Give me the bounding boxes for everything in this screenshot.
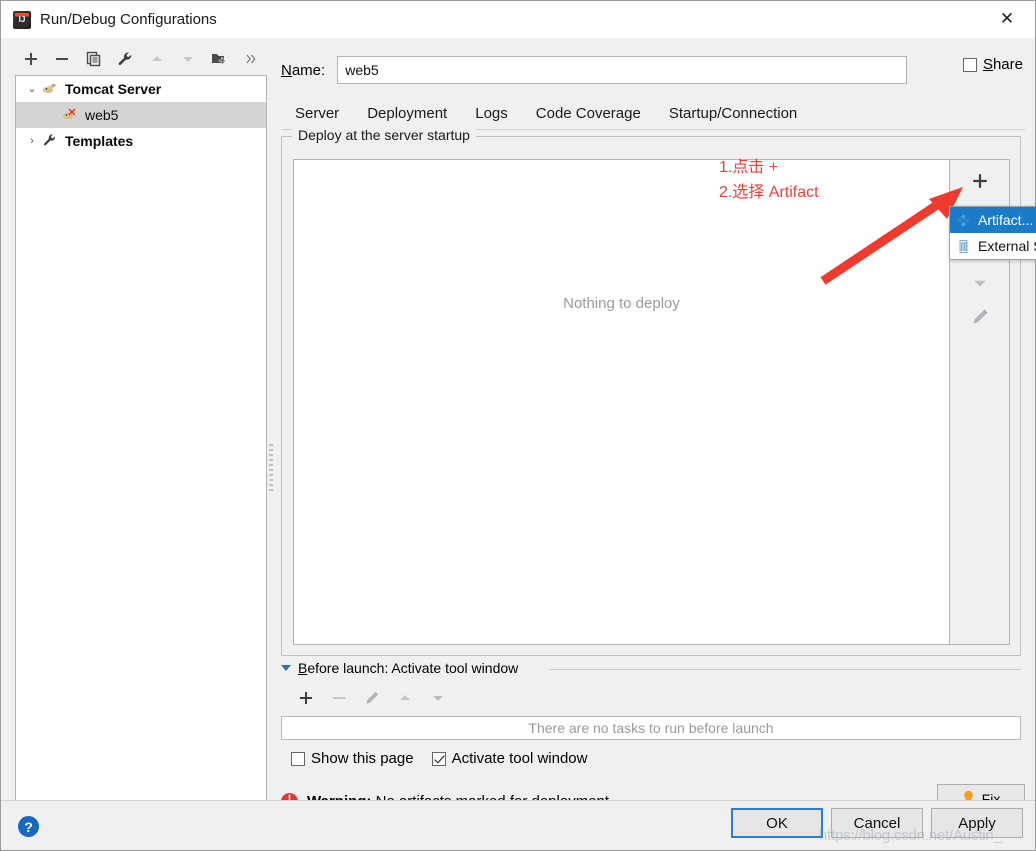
popup-item-external-source[interactable]: External Source... (950, 233, 1036, 259)
deploy-edit-button[interactable] (963, 300, 997, 334)
pane-splitter[interactable] (267, 44, 275, 805)
tree-item-templates[interactable]: › Templates (16, 128, 266, 154)
before-launch-move-down-button[interactable] (421, 684, 454, 712)
configuration-editor-pane: Name: Share Server Deployment Logs Code … (277, 44, 1025, 814)
deploy-group-title: Deploy at the server startup (292, 127, 476, 143)
before-launch-task-list[interactable]: There are no tasks to run before launch (281, 716, 1021, 740)
editor-tabs[interactable]: Server Deployment Logs Code Coverage Sta… (281, 96, 1025, 130)
before-launch-group: Before launch: Activate tool window Ther… (281, 660, 1021, 770)
tomcat-run-icon (62, 107, 82, 123)
activate-tool-window-label: Activate tool window (451, 750, 588, 767)
tree-item-label: Templates (65, 133, 134, 149)
configurations-toolbar (15, 44, 267, 74)
activate-tool-window-checkbox[interactable]: Activate tool window (431, 750, 588, 767)
chevron-down-icon[interactable] (281, 665, 291, 671)
tab-code-coverage[interactable]: Code Coverage (522, 101, 655, 130)
tree-item-label: web5 (85, 107, 119, 123)
tab-server[interactable]: Server (281, 101, 353, 130)
name-input[interactable] (337, 56, 908, 84)
copy-icon[interactable] (78, 45, 110, 73)
name-row: Name: (281, 54, 1025, 86)
share-checkbox[interactable]: Share (962, 56, 1023, 73)
show-this-page-box[interactable] (291, 751, 305, 766)
external-source-icon (956, 239, 978, 254)
tab-startup-connection[interactable]: Startup/Connection (655, 101, 811, 130)
wrench-icon[interactable] (110, 45, 142, 73)
annotation-step-1: 1.点击 + (719, 159, 779, 176)
before-launch-remove-button[interactable] (322, 684, 355, 712)
annotation-step-2: 2.选择 Artifact (719, 184, 819, 201)
tab-deployment[interactable]: Deployment (353, 101, 461, 130)
arrow-up-icon[interactable] (141, 45, 173, 73)
arrow-down-icon[interactable] (173, 45, 205, 73)
remove-configuration-button[interactable] (47, 45, 79, 73)
title-bar: Run/Debug Configurations ✕ (1, 1, 1035, 38)
before-launch-move-up-button[interactable] (388, 684, 421, 712)
activate-tool-window-box[interactable] (431, 751, 446, 766)
deploy-empty-text: Nothing to deploy (563, 295, 680, 312)
share-label: Share (982, 56, 1023, 73)
popup-item-artifact[interactable]: Artifact... (950, 207, 1036, 233)
wrench-icon (42, 133, 62, 149)
splitter-grip-icon (269, 444, 273, 492)
popup-item-label: External Source... (978, 238, 1036, 254)
intellij-idea-icon (13, 10, 31, 29)
before-launch-title-line (549, 669, 1021, 670)
tab-logs[interactable]: Logs (461, 101, 522, 130)
chevron-right-icon[interactable]: › (22, 135, 42, 147)
share-checkbox-box[interactable] (962, 57, 977, 72)
before-launch-empty-text: There are no tasks to run before launch (528, 720, 774, 736)
watermark: https://blog.csdn.net/Austin_ (819, 827, 1002, 844)
help-button[interactable]: ? (18, 816, 39, 837)
before-launch-toolbar (289, 684, 454, 712)
dialog-body: ⌄ Tomcat Server web5 › Templates Name: w… (1, 38, 1035, 814)
add-configuration-button[interactable] (15, 45, 47, 73)
show-this-page-label: Show this page (311, 750, 414, 767)
before-launch-title[interactable]: Before launch: Activate tool window (281, 660, 518, 676)
show-this-page-checkbox[interactable]: Show this page (291, 750, 414, 767)
chevron-down-icon[interactable]: ⌄ (22, 83, 42, 95)
chevron-double-right-icon[interactable] (236, 45, 268, 73)
tree-item-tomcat-server[interactable]: ⌄ Tomcat Server (16, 76, 266, 102)
run-debug-configurations-dialog: Run/Debug Configurations ✕ (0, 0, 1036, 851)
before-launch-edit-button[interactable] (355, 684, 388, 712)
before-launch-title-text: Before launch: Activate tool window (298, 660, 519, 676)
configurations-tree[interactable]: ⌄ Tomcat Server web5 › Templates (15, 75, 267, 805)
close-icon[interactable]: ✕ (979, 1, 1035, 37)
configurations-pane: ⌄ Tomcat Server web5 › Templates (15, 44, 267, 805)
tree-item-label: Tomcat Server (65, 81, 162, 97)
artifact-icon (956, 213, 978, 228)
add-deployment-popup-menu[interactable]: Artifact... External Source... (949, 206, 1036, 260)
tree-item-web5[interactable]: web5 (16, 102, 266, 128)
window-title: Run/Debug Configurations (40, 11, 217, 28)
before-launch-checkboxes: Show this page Activate tool window (291, 750, 605, 767)
name-label: Name: (281, 61, 326, 79)
popup-item-label: Artifact... (978, 212, 1034, 228)
tomcat-icon (42, 81, 62, 97)
ok-button[interactable]: OK (731, 808, 823, 838)
before-launch-add-button[interactable] (289, 684, 322, 712)
folder-add-icon[interactable] (204, 45, 236, 73)
